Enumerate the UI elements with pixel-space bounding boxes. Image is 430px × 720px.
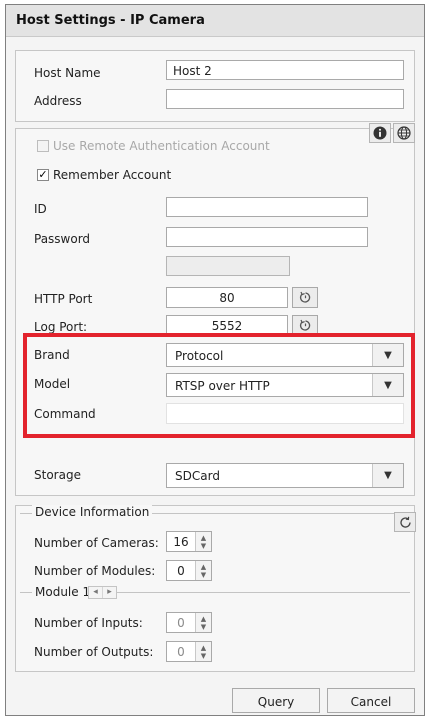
module-title: Module 1	[32, 585, 94, 599]
stepper-arrows-icon[interactable]: ▲ ▼	[195, 532, 211, 551]
highlight-box	[23, 333, 415, 438]
stepper-arrows-icon[interactable]: ▲ ▼	[195, 561, 211, 580]
id-field[interactable]	[166, 197, 368, 217]
module-next-icon[interactable]: ▸	[103, 587, 116, 598]
storage-select-value: SDCard	[175, 469, 220, 483]
remember-account-checkbox[interactable]: ✓	[37, 169, 49, 181]
inputs-value: 0	[177, 616, 185, 630]
outputs-label: Number of Outputs:	[34, 645, 154, 659]
query-button[interactable]: Query	[232, 688, 320, 713]
reset-icon	[299, 291, 310, 303]
use-remote-auth-label: Use Remote Authentication Account	[53, 139, 270, 153]
modules-value: 0	[177, 564, 185, 578]
storage-label: Storage	[34, 468, 81, 482]
chevron-down-icon: ▼	[372, 464, 403, 487]
module-pager: ◂ ▸	[88, 586, 117, 599]
storage-select[interactable]: SDCard ▼	[166, 463, 404, 488]
stepper-arrows-icon[interactable]: ▲ ▼	[195, 642, 211, 661]
password-label: Password	[34, 232, 91, 246]
refresh-icon-glyph	[399, 516, 411, 528]
http-port-label: HTTP Port	[34, 292, 93, 306]
globe-icon-glyph	[397, 126, 411, 140]
remember-account-label: Remember Account	[53, 168, 172, 182]
http-port-field[interactable]: 80	[166, 287, 288, 308]
use-remote-auth-checkbox[interactable]	[37, 140, 49, 152]
info-icon[interactable]	[369, 123, 391, 143]
host-name-label: Host Name	[34, 66, 101, 80]
module-prev-icon[interactable]: ◂	[89, 587, 103, 598]
modules-label: Number of Modules:	[34, 564, 156, 578]
id-label: ID	[34, 202, 47, 216]
modules-stepper[interactable]: 0 ▲ ▼	[166, 560, 212, 581]
cameras-value: 16	[173, 535, 189, 549]
connection-panel	[15, 128, 415, 496]
inputs-label: Number of Inputs:	[34, 616, 143, 630]
window-title: Host Settings - IP Camera	[16, 13, 205, 28]
cameras-label: Number of Cameras:	[34, 536, 159, 550]
cancel-button[interactable]: Cancel	[327, 688, 415, 713]
globe-icon[interactable]	[393, 123, 415, 143]
inputs-stepper[interactable]: 0 ▲ ▼	[166, 612, 212, 633]
outputs-value: 0	[177, 645, 185, 659]
log-port-label: Log Port:	[34, 320, 88, 334]
host-name-field[interactable]: Host 2	[166, 60, 404, 80]
cameras-stepper[interactable]: 16 ▲ ▼	[166, 531, 212, 552]
stepper-arrows-icon[interactable]: ▲ ▼	[195, 613, 211, 632]
reset-icon	[299, 319, 310, 331]
http-port-reset-icon[interactable]	[292, 287, 318, 308]
info-icon-glyph	[373, 126, 387, 140]
outputs-stepper[interactable]: 0 ▲ ▼	[166, 641, 212, 662]
password-field[interactable]	[166, 227, 368, 247]
address-field[interactable]	[166, 89, 404, 109]
refresh-icon[interactable]	[394, 512, 416, 532]
title-bar: Host Settings - IP Camera	[6, 5, 424, 37]
confirm-password-field	[166, 256, 290, 276]
device-info-title: Device Information	[32, 505, 153, 519]
address-label: Address	[34, 94, 82, 108]
